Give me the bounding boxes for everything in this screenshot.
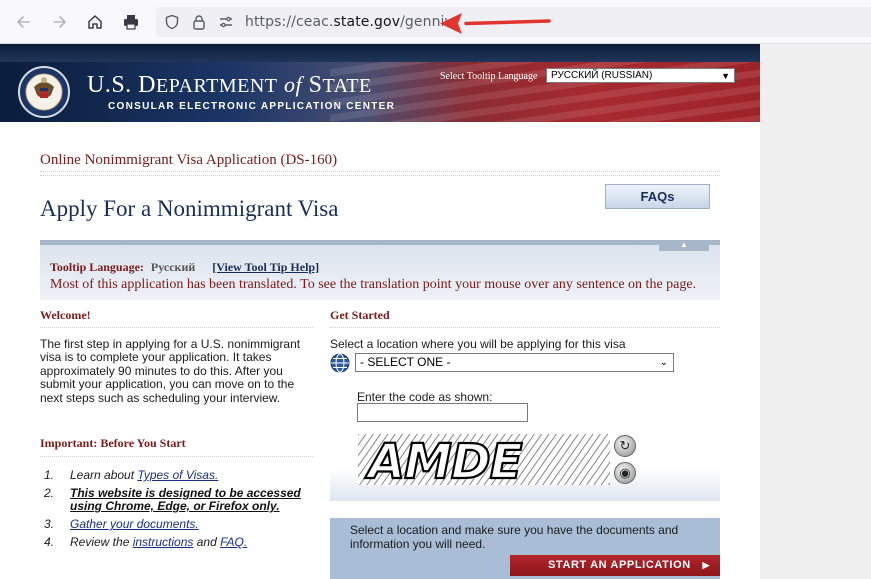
step-number: 1. bbox=[44, 468, 55, 482]
step-number: 2. bbox=[44, 485, 55, 500]
red-annotation-arrow-icon bbox=[440, 13, 551, 34]
dept-title-epartment: EPARTMENT bbox=[156, 75, 278, 97]
location-select-value: - SELECT ONE - bbox=[360, 355, 451, 369]
important-heading: Important: Before You Start bbox=[40, 436, 186, 450]
header-top-strip bbox=[0, 44, 760, 62]
view-tooltip-help-link[interactable]: [View Tool Tip Help] bbox=[212, 260, 319, 274]
department-seal-icon[interactable] bbox=[12, 65, 76, 119]
tooltip-language-label: Select Tooltip Language bbox=[440, 71, 538, 82]
start-application-panel: Select a location and make sure you have… bbox=[330, 518, 720, 579]
captcha-text: AMDE bbox=[364, 434, 523, 485]
divider bbox=[40, 171, 720, 173]
translation-notice: Most of this application has been transl… bbox=[50, 277, 697, 292]
url-text[interactable]: https://ceac.state.gov/genniv/ bbox=[245, 14, 458, 30]
permissions-icon[interactable] bbox=[218, 14, 234, 30]
step1-text: Learn about bbox=[70, 468, 138, 482]
step4-text: Review the bbox=[70, 535, 133, 550]
tooltip-language-select[interactable]: РУССКИЙ (RUSSIAN) ▼ bbox=[546, 68, 735, 83]
steps-list: 1. Learn about Types of Visas. 2. This w… bbox=[44, 468, 324, 554]
department-title: U.S. DEPARTMENT of STATE bbox=[87, 72, 372, 99]
home-icon[interactable] bbox=[84, 11, 106, 33]
divider bbox=[40, 327, 313, 329]
step-number: 4. bbox=[44, 535, 55, 550]
forward-arrow-icon[interactable] bbox=[49, 11, 71, 33]
tooltip-language-line: Tooltip Language: Русский [View Tool Tip… bbox=[50, 260, 319, 275]
back-arrow-icon[interactable] bbox=[12, 11, 34, 33]
browser-toolbar: https://ceac.state.gov/genniv/ bbox=[0, 0, 871, 44]
url-domain: state.gov bbox=[333, 14, 401, 30]
list-item: 2. This website is designed to be access… bbox=[44, 485, 324, 514]
faqs-button[interactable]: FAQs bbox=[605, 184, 710, 209]
list-item: 4. Review the instructions and FAQ. bbox=[44, 535, 324, 550]
location-select[interactable]: - SELECT ONE - ⌄ bbox=[355, 353, 674, 372]
welcome-text: The first step in applying for a U.S. no… bbox=[40, 337, 301, 405]
arrow-right-icon: ▶ bbox=[702, 560, 710, 570]
globe-icon bbox=[330, 353, 350, 373]
faq-link[interactable]: FAQ. bbox=[220, 535, 247, 549]
list-item: 3. Gather your documents. bbox=[44, 517, 324, 532]
step-number: 3. bbox=[44, 517, 55, 532]
shield-icon[interactable] bbox=[164, 14, 180, 30]
collapse-tab-icon[interactable]: ▲ bbox=[659, 240, 709, 251]
dept-title-of: of bbox=[283, 72, 303, 97]
divider bbox=[40, 175, 720, 177]
browser-requirement-text: This website is designed to be accessed … bbox=[70, 485, 301, 514]
tooltip-language-current: Русский bbox=[150, 260, 196, 274]
types-of-visas-link[interactable]: Types of Visas. bbox=[137, 468, 218, 482]
get-started-heading: Get Started bbox=[330, 308, 390, 322]
divider bbox=[40, 456, 313, 458]
chevron-down-icon: ⌄ bbox=[659, 357, 668, 368]
captcha-code-label: Enter the code as shown: bbox=[357, 390, 493, 404]
ceac-subtitle: CONSULAR ELECTRONIC APPLICATION CENTER bbox=[108, 101, 396, 112]
lock-icon[interactable] bbox=[191, 14, 207, 30]
captcha-image: AMDE bbox=[358, 434, 610, 485]
form-title: Online Nonimmigrant Visa Application (DS… bbox=[40, 152, 338, 168]
captcha-code-input[interactable] bbox=[357, 403, 528, 422]
print-icon[interactable] bbox=[120, 11, 142, 33]
start-application-button[interactable]: START AN APPLICATION ▶ bbox=[510, 555, 720, 576]
refresh-captcha-icon[interactable]: ↻ bbox=[614, 435, 636, 457]
gather-documents-link[interactable]: Gather your documents. bbox=[70, 517, 199, 531]
list-item: 1. Learn about Types of Visas. bbox=[44, 468, 324, 482]
divider bbox=[330, 327, 720, 329]
instructions-link[interactable]: instructions bbox=[133, 535, 194, 549]
location-prompt: Select a location where you will be appl… bbox=[330, 337, 626, 351]
captcha-area: AMDE ↻ ◉ bbox=[330, 430, 720, 501]
tooltip-info-panel: ▲ Tooltip Language: Русский [View Tool T… bbox=[40, 240, 720, 300]
chevron-down-icon: ▼ bbox=[721, 71, 730, 81]
start-application-label: START AN APPLICATION bbox=[548, 559, 691, 571]
tooltip-language-value: РУССКИЙ (RUSSIAN) bbox=[551, 70, 653, 81]
dept-title-s: S bbox=[308, 72, 323, 98]
audio-captcha-icon[interactable]: ◉ bbox=[614, 462, 636, 484]
url-prefix: https://ceac. bbox=[245, 14, 334, 30]
page-title: Apply For a Nonimmigrant Visa bbox=[40, 196, 339, 221]
start-instructions: Select a location and make sure you have… bbox=[350, 523, 679, 551]
site-header-banner: U.S. DEPARTMENT of STATE CONSULAR ELECTR… bbox=[0, 62, 760, 122]
welcome-heading: Welcome! bbox=[40, 308, 91, 322]
step4-mid: and bbox=[193, 535, 221, 550]
captcha-noise: AMDE bbox=[358, 434, 610, 485]
dept-title-tate: TATE bbox=[322, 75, 372, 97]
page-background-gutter bbox=[760, 44, 871, 579]
dept-title-us: U.S. D bbox=[87, 72, 157, 98]
tooltip-language-heading: Tooltip Language: bbox=[50, 260, 144, 274]
